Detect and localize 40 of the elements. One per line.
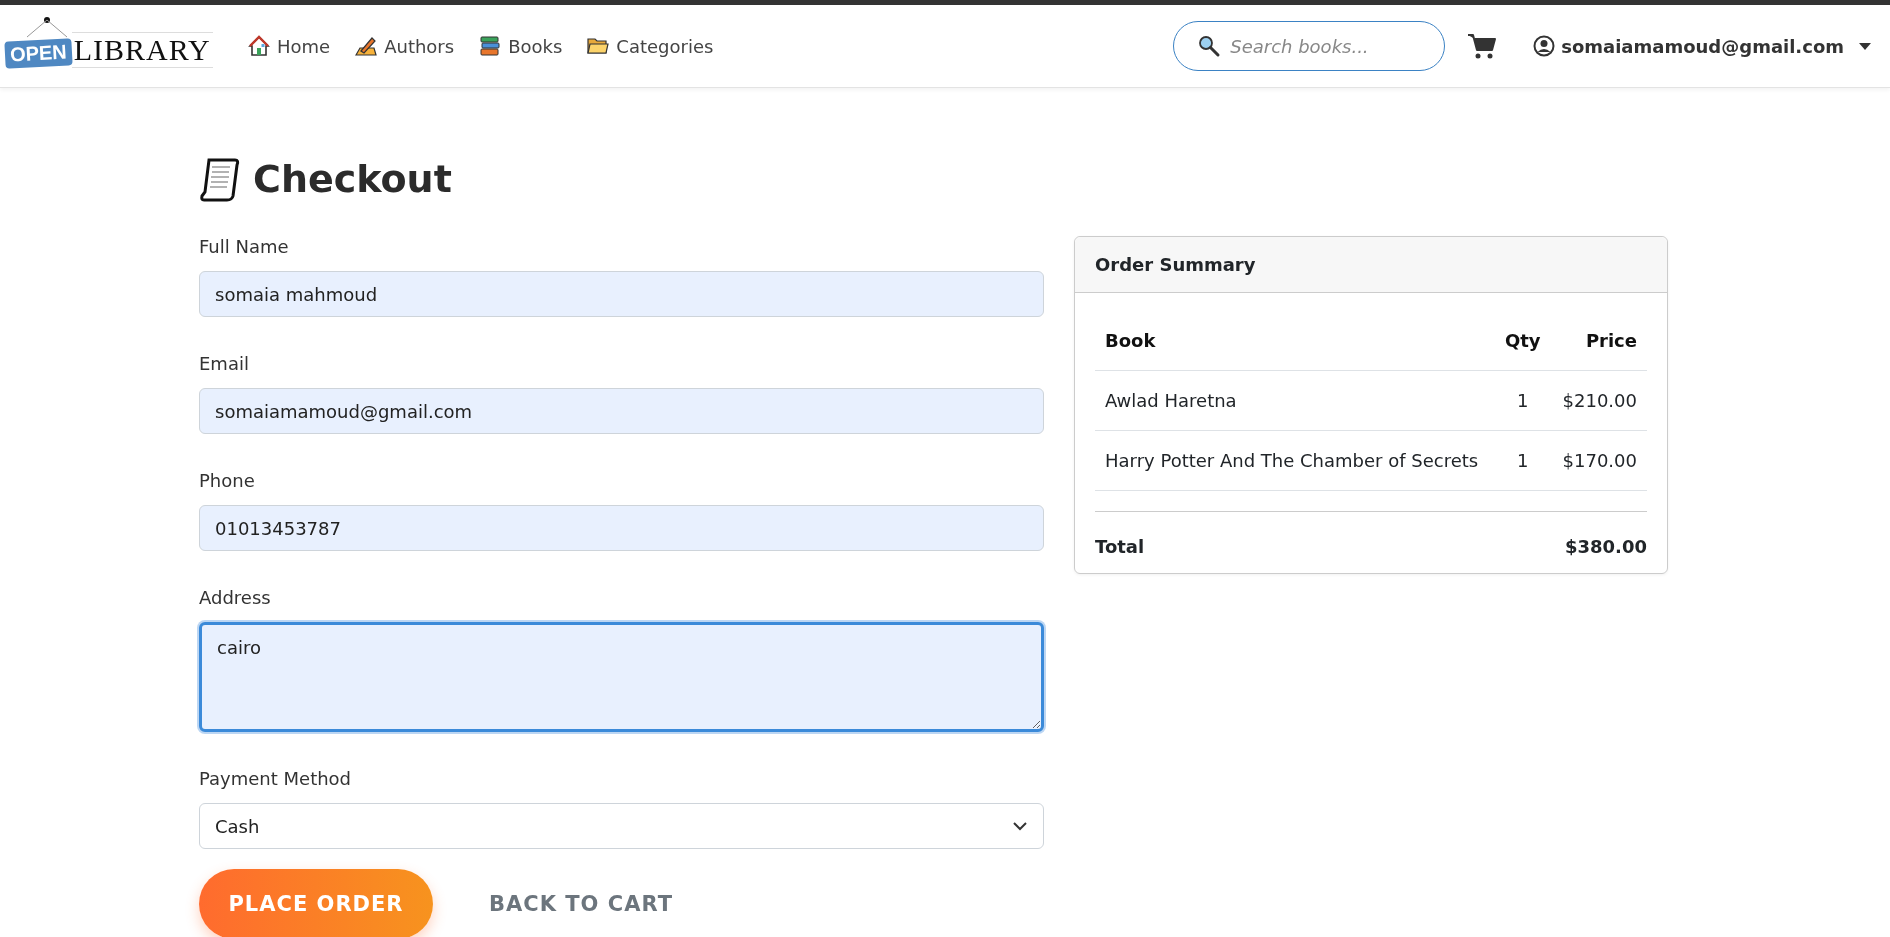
search-field[interactable]: Search books...: [1173, 21, 1446, 71]
table-cell: 1: [1494, 370, 1552, 431]
field-label: Address: [199, 587, 272, 608]
table-cell: $170.00: [1551, 430, 1647, 491]
column-header: Qty: [1494, 311, 1552, 371]
user-menu[interactable]: somaiamamoud@gmail.com: [1533, 35, 1872, 57]
caret-icon: [1858, 41, 1872, 51]
books-icon: [478, 34, 503, 58]
table-cell: 1: [1494, 430, 1552, 491]
input-field[interactable]: somaiamamoud@gmail.com: [199, 388, 1044, 434]
input-field[interactable]: somaia mahmoud: [199, 271, 1044, 317]
chevron-icon: [1012, 821, 1028, 831]
total-value: $380.00: [1565, 536, 1647, 557]
input-field[interactable]: 01013453787: [199, 505, 1044, 551]
field-label: Payment Method: [199, 768, 353, 789]
field-label: Email: [199, 353, 250, 374]
nav-link[interactable]: Categories: [586, 34, 714, 58]
house-icon: [247, 34, 271, 58]
cart-icon[interactable]: [1467, 32, 1498, 60]
back-to-cart-link[interactable]: BACK TO CART: [483, 891, 679, 917]
table-cell: $210.00: [1551, 370, 1647, 431]
table-cell: Harry Potter And The Chamber of Secrets: [1095, 430, 1495, 491]
logo-text: LIBRARY: [71, 32, 213, 68]
field-label: Phone: [199, 470, 256, 491]
payment-select[interactable]: Cash: [199, 803, 1044, 849]
nav-link[interactable]: Books: [478, 34, 563, 58]
scroll-icon: [199, 156, 241, 202]
field-label: Full Name: [199, 236, 290, 257]
user-icon: [1533, 35, 1556, 57]
address-field[interactable]: cairo: [199, 622, 1044, 732]
column-header: Price: [1551, 311, 1647, 371]
nav-link[interactable]: Home: [247, 34, 331, 58]
page-title: Checkout: [253, 157, 452, 201]
table-cell: Awlad Haretna: [1095, 370, 1495, 431]
logo-badge: OPEN: [4, 37, 73, 69]
column-header: Book: [1095, 311, 1495, 371]
search-icon: [1197, 34, 1222, 58]
card-title: Order Summary: [1075, 237, 1667, 293]
nav-link[interactable]: Authors: [354, 34, 455, 58]
total-label: Total: [1095, 536, 1145, 557]
